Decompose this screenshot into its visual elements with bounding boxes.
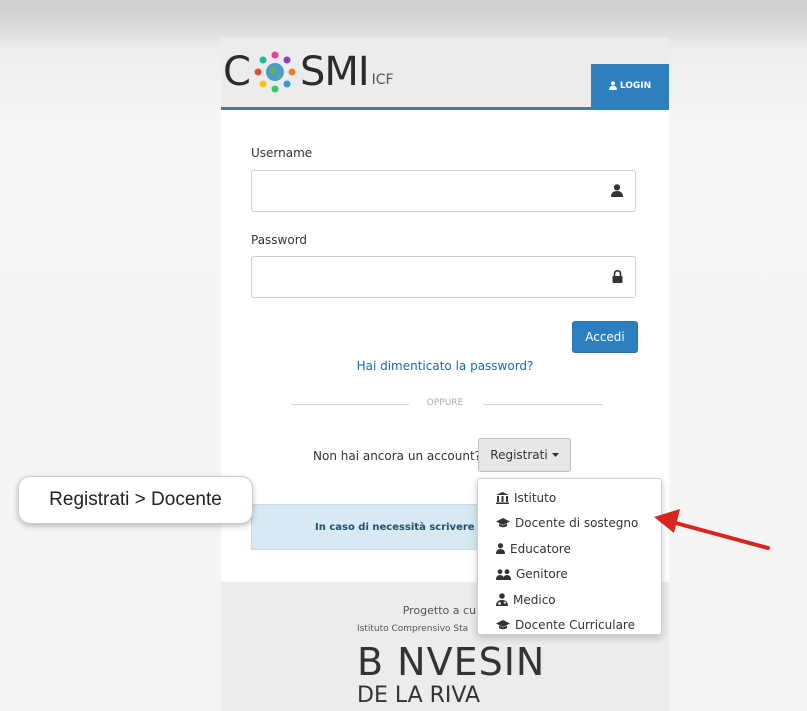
menu-item-educatore[interactable]: Educatore	[478, 536, 661, 562]
header: C SMI ICF LOGIN	[221, 38, 669, 110]
caret-down-icon	[551, 453, 559, 457]
registrati-dropdown-menu: Istituto Docente di sostegno Educatore G…	[477, 478, 662, 635]
red-arrow-icon	[654, 509, 770, 550]
no-account-text: Non hai ancora un account?	[313, 449, 482, 463]
menu-item-label: Educatore	[510, 541, 571, 556]
menu-item-docente-sostegno[interactable]: Docente di sostegno	[478, 511, 661, 537]
divider-text: OPPURE	[426, 398, 464, 408]
graduation-cap-icon	[496, 518, 510, 528]
users-icon	[496, 569, 511, 580]
menu-item-docente-curriculare[interactable]: Docente Curriculare	[478, 613, 661, 639]
info-alert-text: In caso di necessità scrivere a	[315, 521, 485, 533]
bank-icon	[496, 491, 509, 504]
menu-item-label: Istituto	[514, 490, 557, 505]
registrati-label: Registrati	[490, 448, 548, 462]
school-logo-subtitle: DE LA RIVA	[357, 683, 481, 708]
menu-item-genitore[interactable]: Genitore	[478, 562, 661, 588]
password-label: Password	[251, 233, 308, 247]
logo-smi-text: SMI	[299, 49, 370, 95]
menu-item-label: Docente Curriculare	[515, 618, 635, 633]
password-field[interactable]	[251, 256, 636, 298]
logo-letter-c: C	[223, 49, 251, 95]
logo-icf-text: ICF	[371, 72, 394, 88]
user-icon	[496, 543, 505, 555]
username-label: Username	[251, 146, 313, 160]
school-logo-text: B NVESIN	[357, 640, 546, 684]
accedi-button[interactable]: Accedi	[572, 321, 638, 353]
forgot-password-text: Hai dimenticato la password?	[356, 359, 534, 373]
cosmi-logo: C SMI ICF	[223, 42, 394, 102]
menu-item-label: Docente di sostegno	[515, 516, 639, 531]
registrati-button[interactable]: Registrati	[478, 438, 571, 472]
globe-hands-icon	[254, 51, 296, 93]
menu-item-label: Genitore	[516, 567, 568, 582]
user-md-icon	[496, 593, 508, 607]
tab-login[interactable]: LOGIN	[591, 64, 669, 107]
annotation-callout-text: Registrati > Docente	[49, 489, 222, 510]
graduation-cap-icon	[496, 620, 510, 630]
annotation-callout: Registrati > Docente	[18, 476, 253, 524]
username-field[interactable]	[251, 170, 636, 212]
tab-login-label: LOGIN	[619, 80, 652, 91]
forgot-password-link[interactable]: Hai dimenticato la password?	[221, 359, 669, 373]
menu-item-istituto[interactable]: Istituto	[478, 485, 661, 511]
menu-item-medico[interactable]: Medico	[478, 587, 661, 613]
lock-icon	[612, 270, 623, 283]
user-icon	[611, 184, 623, 197]
user-icon	[608, 81, 617, 90]
menu-item-label: Medico	[513, 592, 556, 607]
